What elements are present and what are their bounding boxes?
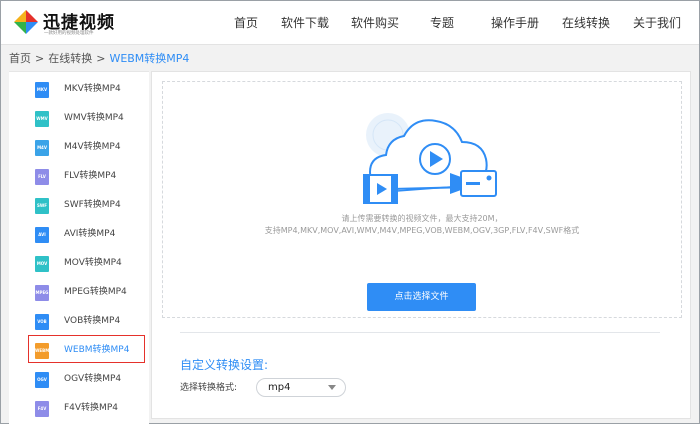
sidebar-item-label: WMV转换MP4 [64,113,124,123]
sidebar-item-m4v[interactable]: M4V M4V转换MP4 [9,133,149,162]
sidebar-item-label: F4V转换MP4 [64,403,118,413]
sidebar-item-flv[interactable]: FLV FLV转换MP4 [9,162,149,191]
sidebar-item-swf[interactable]: SWF SWF转换MP4 [9,191,149,220]
sidebar-item-label: WEBM转换MP4 [64,345,130,355]
mpeg-file-icon: MPEG [35,285,49,301]
nav-online-convert[interactable]: 在线转换 [562,1,610,45]
mov-file-icon: MOV [35,256,49,272]
format-select-value: mp4 [268,382,291,393]
chevron-down-icon [328,385,336,390]
wmv-file-icon: WMV [35,111,49,127]
sidebar-item-label: VOB转换MP4 [64,316,121,326]
brand-tagline: 一款好用的视频处理软件 [44,31,94,36]
breadcrumb-section[interactable]: 在线转换 [48,52,92,65]
sidebar-item-label: MPEG转换MP4 [64,287,127,297]
logo-mark-icon [14,10,38,34]
avi-file-icon: AVI [35,227,49,243]
sidebar-item-label: AVI转换MP4 [64,229,116,239]
nav-manual[interactable]: 操作手册 [491,1,539,45]
breadcrumb-separator: > [35,52,45,65]
nav-home[interactable]: 首页 [234,1,258,45]
ogv-file-icon: OGV [35,372,49,388]
sidebar-item-label: M4V转换MP4 [64,142,121,152]
sidebar-item-mov[interactable]: MOV MOV转换MP4 [9,249,149,278]
converter-panel: 请上传需要转换的视频文件，最大支持20M， 支持MP4,MKV,MOV,AVI,… [151,71,691,419]
sidebar-item-f4v[interactable]: F4V F4V转换MP4 [9,394,149,423]
nav-purchase[interactable]: 软件购买 [351,1,399,45]
breadcrumb-separator: > [96,52,106,65]
brand-logo[interactable]: 迅捷视频 一款好用的视频处理软件 [13,7,133,39]
select-file-button[interactable]: 点击选择文件 [367,283,476,311]
section-divider [180,332,660,333]
mkv-file-icon: MKV [35,82,49,98]
nav-about[interactable]: 关于我们 [633,1,681,45]
sidebar-item-ogv[interactable]: OGV OGV转换MP4 [9,365,149,394]
breadcrumb-current: WEBM转换MP4 [109,52,190,65]
nav-topics[interactable]: 专题 [430,1,454,45]
upload-hint-size: 请上传需要转换的视频文件，最大支持20M， [341,214,503,223]
sidebar-item-mpeg[interactable]: MPEG MPEG转换MP4 [9,278,149,307]
sidebar-item-mkv[interactable]: MKV MKV转换MP4 [9,75,149,104]
sidebar: MKV MKV转换MP4 WMV WMV转换MP4 M4V M4V转换MP4 F… [9,71,149,424]
vob-file-icon: VOB [35,314,49,330]
breadcrumb: 首页 > 在线转换 > WEBM转换MP4 [9,51,189,67]
m4v-file-icon: M4V [35,140,49,156]
sidebar-item-label: MKV转换MP4 [64,84,121,94]
flv-file-icon: FLV [35,169,49,185]
sidebar-item-vob[interactable]: VOB VOB转换MP4 [9,307,149,336]
upload-hint-formats: 支持MP4,MKV,MOV,AVI,WMV,M4V,MPEG,VOB,WEBM,… [264,226,580,235]
sidebar-item-webm[interactable]: WEBM WEBM转换MP4 [9,336,149,365]
custom-settings-title: 自定义转换设置: [180,358,269,372]
sidebar-item-wmv[interactable]: WMV WMV转换MP4 [9,104,149,133]
format-label: 选择转换格式: [180,383,238,393]
swf-file-icon: SWF [35,198,49,214]
sidebar-item-label: OGV转换MP4 [64,374,122,384]
webm-file-icon: WEBM [35,343,49,359]
sidebar-item-label: MOV转换MP4 [64,258,122,268]
sidebar-item-label: FLV转换MP4 [64,171,117,181]
sidebar-item-label: SWF转换MP4 [64,200,121,210]
sidebar-item-avi[interactable]: AVI AVI转换MP4 [9,220,149,249]
top-header: 迅捷视频 一款好用的视频处理软件 首页 软件下载 软件购买 专题 操作手册 在线… [1,1,699,45]
format-select[interactable]: mp4 [256,378,346,397]
cloud-video-upload-icon [363,113,497,204]
nav-download[interactable]: 软件下载 [281,1,329,45]
breadcrumb-home[interactable]: 首页 [9,52,31,65]
f4v-file-icon: F4V [35,401,49,417]
